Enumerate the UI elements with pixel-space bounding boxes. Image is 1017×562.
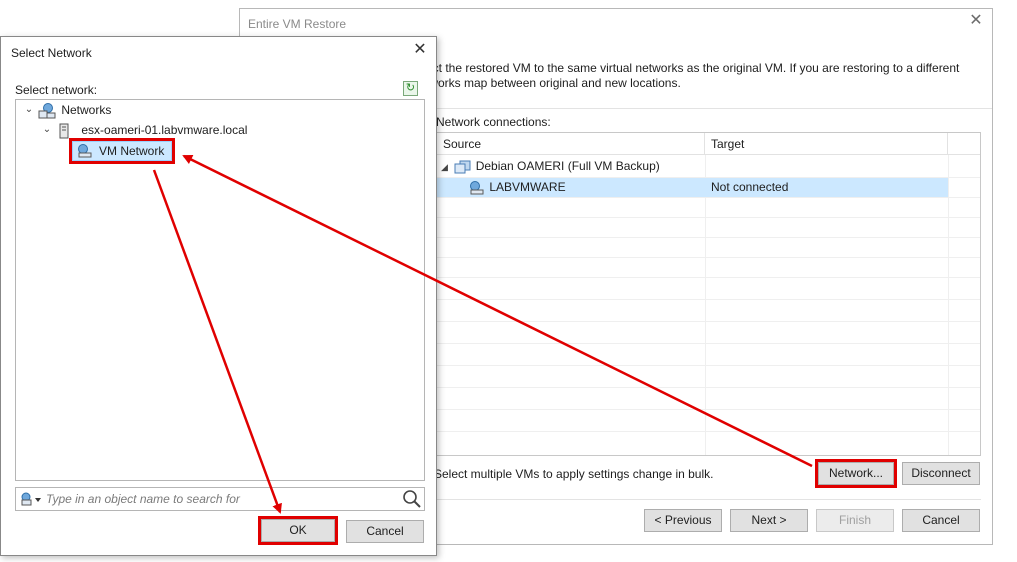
collapse-triangle-icon[interactable]: ◢	[441, 158, 451, 177]
column-header-target[interactable]: Target	[705, 133, 948, 155]
network-connections-label: Network connections:	[436, 115, 551, 129]
next-button[interactable]: Next >	[730, 509, 808, 532]
column-header-filler	[948, 133, 980, 155]
row-line	[437, 409, 980, 410]
row-line	[437, 237, 980, 238]
network-icon	[469, 180, 486, 195]
dialog-title: Select Network	[11, 46, 92, 60]
select-network-label: Select network:	[15, 83, 98, 97]
column-divider	[948, 155, 949, 455]
refresh-icon[interactable]: ↻	[403, 81, 418, 96]
chevron-down-icon[interactable]: ⌄	[42, 121, 52, 139]
finish-button[interactable]: Finish	[816, 509, 894, 532]
tree-label-host: esx-oameri-01.labvmware.local	[81, 123, 248, 137]
network-connections-grid[interactable]: Source Target ◢ Debian OAMERI (Full VM B…	[436, 132, 981, 456]
previous-button[interactable]: < Previous	[644, 509, 722, 532]
tree-label-vm-network: VM Network	[99, 144, 165, 158]
disconnect-button[interactable]: Disconnect	[902, 462, 980, 485]
wizard-cancel-button[interactable]: Cancel	[902, 509, 980, 532]
close-icon[interactable]: ✕	[968, 13, 984, 29]
bulk-settings-note: Select multiple VMs to apply settings ch…	[434, 467, 714, 481]
tree-label-networks: Networks	[61, 103, 112, 117]
server-icon	[58, 123, 78, 139]
ok-button[interactable]: OK	[258, 516, 338, 545]
row-line	[437, 257, 980, 258]
column-header-source[interactable]: Source	[437, 133, 705, 155]
source-network-name: LABVMWARE	[489, 180, 566, 194]
tree-node-vm-network[interactable]: VM Network	[69, 138, 175, 164]
target-network-cell[interactable]: Not connected	[711, 178, 788, 197]
network-button[interactable]: Network...	[815, 459, 897, 488]
dialog-cancel-button[interactable]: Cancel	[346, 520, 424, 543]
close-icon[interactable]: ✕	[412, 42, 428, 58]
row-line	[437, 197, 980, 198]
row-line	[437, 387, 980, 388]
tree-node-host[interactable]: esx-oameri-01.labvmware.local	[58, 121, 247, 139]
select-network-dialog: Select Network ✕ Select network: ↻ ⌄ Net…	[0, 36, 437, 556]
vm-icon	[454, 160, 472, 174]
object-search-box[interactable]	[15, 487, 425, 511]
row-line	[437, 343, 980, 344]
vm-name: Debian OAMERI (Full VM Backup)	[475, 159, 660, 173]
row-line	[437, 217, 980, 218]
row-line	[437, 365, 980, 366]
object-type-filter-icon[interactable]	[20, 492, 42, 507]
chevron-down-icon[interactable]: ⌄	[24, 101, 34, 119]
tree-node-networks[interactable]: Networks	[38, 101, 111, 119]
row-line	[437, 299, 980, 300]
window-title: Entire VM Restore	[248, 17, 347, 31]
source-network-cell[interactable]: LABVMWARE	[469, 178, 566, 197]
network-icon	[77, 144, 93, 158]
networks-icon	[38, 102, 58, 119]
search-icon[interactable]	[402, 489, 422, 509]
row-line	[437, 277, 980, 278]
column-divider	[705, 155, 706, 455]
footer-divider	[436, 499, 981, 500]
network-tree[interactable]: ⌄ Networks ⌄ esx-oameri-01.labvmware.loc…	[15, 99, 425, 481]
row-line	[437, 321, 980, 322]
row-line	[437, 431, 980, 432]
vm-tree-row[interactable]: ◢ Debian OAMERI (Full VM Backup)	[441, 157, 660, 176]
search-input[interactable]	[46, 491, 396, 507]
step-description: ect the restored VM to the same virtual …	[426, 61, 960, 90]
